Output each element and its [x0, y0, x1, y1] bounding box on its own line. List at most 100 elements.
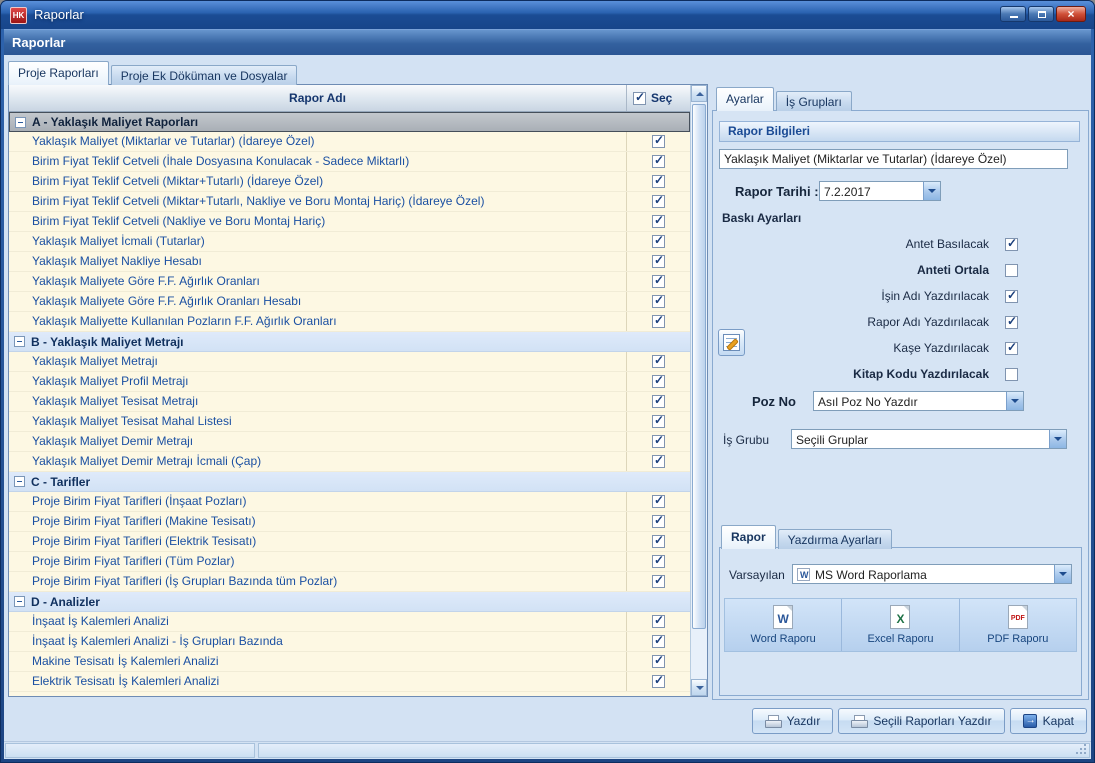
- report-row[interactable]: Yaklaşık Maliyet (Miktarlar ve Tutarlar)…: [9, 132, 690, 152]
- report-checkbox[interactable]: [652, 435, 665, 448]
- report-checkbox[interactable]: [652, 315, 665, 328]
- report-checkbox[interactable]: [652, 155, 665, 168]
- minimize-button[interactable]: [1000, 6, 1026, 22]
- report-row[interactable]: Yaklaşık Maliyet İcmali (Tutarlar): [9, 232, 690, 252]
- yazdir-button[interactable]: Yazdır: [752, 708, 834, 734]
- group-row[interactable]: A - Yaklaşık Maliyet Raporları: [9, 112, 690, 132]
- word-report-button[interactable]: Word Raporu: [725, 599, 842, 651]
- report-checkbox[interactable]: [652, 655, 665, 668]
- report-row[interactable]: Proje Birim Fiyat Tarifleri (Makine Tesi…: [9, 512, 690, 532]
- report-row[interactable]: Proje Birim Fiyat Tarifleri (İnşaat Pozl…: [9, 492, 690, 512]
- report-checkbox[interactable]: [652, 395, 665, 408]
- report-row[interactable]: Birim Fiyat Teklif Cetveli (İhale Dosyas…: [9, 152, 690, 172]
- report-check-cell: [626, 352, 690, 371]
- collapse-icon[interactable]: [14, 596, 25, 607]
- tab-proje-raporlar[interactable]: Proje Raporları: [8, 61, 109, 85]
- report-checkbox[interactable]: [652, 575, 665, 588]
- report-checkbox[interactable]: [652, 195, 665, 208]
- scroll-down-button[interactable]: [691, 679, 707, 696]
- settings-tab-strip: Ayarlarİş Grupları: [716, 87, 854, 111]
- group-row[interactable]: C - Tarifler: [9, 472, 690, 492]
- report-checkbox[interactable]: [652, 235, 665, 248]
- report-checkbox[interactable]: [652, 535, 665, 548]
- secili-raporlari-yazdir-button[interactable]: Seçili Raporları Yazdır: [838, 708, 1004, 734]
- select-all-checkbox[interactable]: [633, 92, 646, 105]
- tab-rapor[interactable]: Rapor: [721, 525, 776, 549]
- report-checkbox[interactable]: [652, 555, 665, 568]
- tab-yazd-rma-ayarlar[interactable]: Yazdırma Ayarları: [778, 529, 892, 549]
- print-option-checkbox[interactable]: [1005, 316, 1018, 329]
- column-header-rapor-adi[interactable]: Rapor Adı: [9, 85, 626, 111]
- edit-report-settings-button[interactable]: [718, 329, 745, 356]
- report-row[interactable]: Yaklaşık Maliyet Demir Metrajı: [9, 432, 690, 452]
- report-row[interactable]: Yaklaşık Maliyet Nakliye Hesabı: [9, 252, 690, 272]
- column-header-sec[interactable]: Seç: [626, 85, 690, 111]
- print-option-checkbox[interactable]: [1005, 368, 1018, 381]
- report-row[interactable]: Proje Birim Fiyat Tarifleri (Tüm Pozlar): [9, 552, 690, 572]
- scroll-up-button[interactable]: [691, 85, 707, 102]
- report-row[interactable]: Birim Fiyat Teklif Cetveli (Miktar+Tutar…: [9, 192, 690, 212]
- report-checkbox[interactable]: [652, 275, 665, 288]
- report-row[interactable]: Yaklaşık Maliyete Göre F.F. Ağırlık Oran…: [9, 272, 690, 292]
- chevron-down-icon[interactable]: [1049, 430, 1066, 448]
- report-row[interactable]: Makine Tesisatı İş Kalemleri Analizi: [9, 652, 690, 672]
- report-row[interactable]: Proje Birim Fiyat Tarifleri (Elektrik Te…: [9, 532, 690, 552]
- report-row[interactable]: İnşaat İş Kalemleri Analizi: [9, 612, 690, 632]
- group-row[interactable]: D - Analizler: [9, 592, 690, 612]
- report-row[interactable]: Yaklaşık Maliyette Kullanılan Pozların F…: [9, 312, 690, 332]
- collapse-icon[interactable]: [14, 336, 25, 347]
- report-row[interactable]: Yaklaşık Maliyet Metrajı: [9, 352, 690, 372]
- report-checkbox[interactable]: [652, 175, 665, 188]
- pdf-report-button[interactable]: PDF Raporu: [960, 599, 1076, 651]
- close-button[interactable]: ×: [1056, 6, 1086, 22]
- report-checkbox[interactable]: [652, 215, 665, 228]
- report-checkbox[interactable]: [652, 415, 665, 428]
- report-row[interactable]: Yaklaşık Maliyet Tesisat Metrajı: [9, 392, 690, 412]
- chevron-down-icon[interactable]: [923, 182, 940, 200]
- report-checkbox[interactable]: [652, 255, 665, 268]
- kapat-button[interactable]: Kapat: [1010, 708, 1087, 734]
- scrollbar-thumb[interactable]: [692, 104, 706, 629]
- collapse-icon[interactable]: [14, 476, 25, 487]
- tab-i-gruplar[interactable]: İş Grupları: [776, 91, 852, 111]
- report-checkbox[interactable]: [652, 135, 665, 148]
- excel-report-button[interactable]: Excel Raporu: [842, 599, 959, 651]
- print-option-checkbox[interactable]: [1005, 290, 1018, 303]
- poz-no-select[interactable]: Asıl Poz No Yazdır: [813, 391, 1024, 411]
- report-row[interactable]: Yaklaşık Maliyete Göre F.F. Ağırlık Oran…: [9, 292, 690, 312]
- report-checkbox[interactable]: [652, 675, 665, 688]
- chevron-down-icon[interactable]: [1054, 565, 1071, 583]
- default-report-select[interactable]: MS Word Raporlama: [792, 564, 1072, 584]
- maximize-button[interactable]: [1028, 6, 1054, 22]
- report-date-select[interactable]: 7.2.2017: [819, 181, 941, 201]
- print-option-checkbox[interactable]: [1005, 342, 1018, 355]
- report-row[interactable]: Birim Fiyat Teklif Cetveli (Miktar+Tutar…: [9, 172, 690, 192]
- group-row[interactable]: B - Yaklaşık Maliyet Metrajı: [9, 332, 690, 352]
- report-row[interactable]: Elektrik Tesisatı İş Kalemleri Analizi: [9, 672, 690, 692]
- report-checkbox[interactable]: [652, 515, 665, 528]
- is-grubu-select[interactable]: Seçili Gruplar: [791, 429, 1067, 449]
- chevron-down-icon[interactable]: [1006, 392, 1023, 410]
- report-checkbox[interactable]: [652, 375, 665, 388]
- report-checkbox[interactable]: [652, 635, 665, 648]
- report-row[interactable]: İnşaat İş Kalemleri Analizi - İş Gruplar…: [9, 632, 690, 652]
- report-row[interactable]: Proje Birim Fiyat Tarifleri (İş Grupları…: [9, 572, 690, 592]
- report-name-input[interactable]: [719, 149, 1068, 169]
- report-check-cell: [626, 572, 690, 591]
- report-checkbox[interactable]: [652, 355, 665, 368]
- report-checkbox[interactable]: [652, 615, 665, 628]
- table-scrollbar[interactable]: [690, 85, 707, 696]
- tab-ayarlar[interactable]: Ayarlar: [716, 87, 774, 111]
- resize-grip[interactable]: [1075, 743, 1087, 755]
- report-row[interactable]: Birim Fiyat Teklif Cetveli (Nakliye ve B…: [9, 212, 690, 232]
- report-row[interactable]: Yaklaşık Maliyet Tesisat Mahal Listesi: [9, 412, 690, 432]
- report-checkbox[interactable]: [652, 455, 665, 468]
- report-row[interactable]: Yaklaşık Maliyet Profil Metrajı: [9, 372, 690, 392]
- report-row[interactable]: Yaklaşık Maliyet Demir Metrajı İcmali (Ç…: [9, 452, 690, 472]
- print-option-checkbox[interactable]: [1005, 264, 1018, 277]
- report-checkbox[interactable]: [652, 495, 665, 508]
- print-option-checkbox[interactable]: [1005, 238, 1018, 251]
- tab-proje-ek-d-k-man-ve-dosyalar[interactable]: Proje Ek Döküman ve Dosyalar: [111, 65, 298, 85]
- collapse-icon[interactable]: [15, 117, 26, 128]
- report-checkbox[interactable]: [652, 295, 665, 308]
